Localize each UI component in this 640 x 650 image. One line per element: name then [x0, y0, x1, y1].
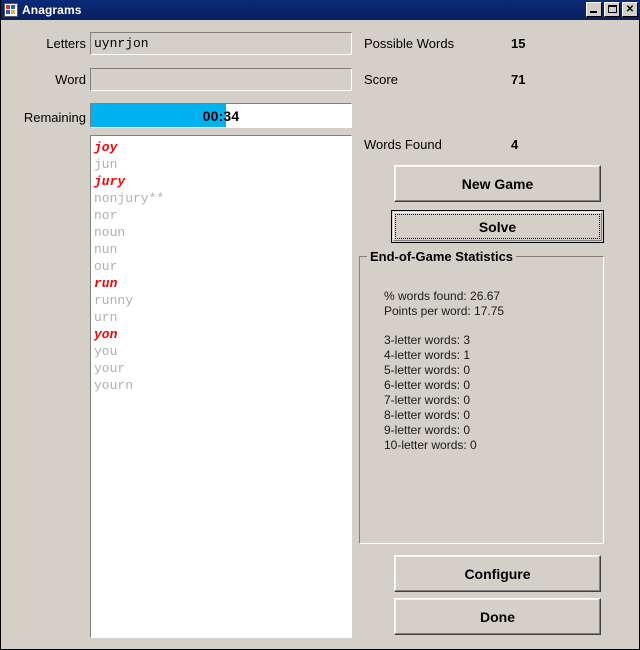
letters-label: Letters — [46, 36, 86, 51]
statistic-line: 9-letter words: 0 — [384, 423, 471, 437]
word-list-item[interactable]: joy — [94, 139, 351, 156]
word-list-item[interactable]: jun — [94, 156, 351, 173]
score-label: Score — [364, 72, 398, 87]
word-list-item[interactable]: noun — [94, 224, 351, 241]
app-tiles-icon — [4, 3, 18, 17]
word-list-item[interactable]: nor — [94, 207, 351, 224]
word-list-item[interactable]: nonjury** — [94, 190, 351, 207]
possible-words-value: 15 — [511, 36, 526, 51]
minimize-button[interactable] — [586, 2, 602, 17]
word-list-item[interactable]: jury — [94, 173, 351, 190]
possible-words-label: Possible Words — [364, 36, 455, 51]
window-titlebar[interactable]: Anagrams ✕ — [1, 0, 640, 20]
statistics-legend: End-of-Game Statistics — [367, 249, 517, 264]
statistic-line: 4-letter words: 1 — [384, 348, 471, 362]
statistic-line: 10-letter words: 0 — [384, 438, 477, 452]
statistic-line: 8-letter words: 0 — [384, 408, 471, 422]
window-title: Anagrams — [22, 3, 82, 17]
statistic-line: 7-letter words: 0 — [384, 393, 471, 407]
word-list-item[interactable]: yon — [94, 326, 351, 343]
word-list-item[interactable]: your — [94, 360, 351, 377]
word-list-item[interactable]: our — [94, 258, 351, 275]
window-controls: ✕ — [586, 2, 638, 17]
configure-button-label: Configure — [464, 565, 531, 582]
app-root: Anagrams ✕ Letters uynrjon Word Remainin… — [0, 0, 640, 650]
statistic-line: 6-letter words: 0 — [384, 378, 471, 392]
word-list-item[interactable]: nun — [94, 241, 351, 258]
score-value: 71 — [511, 72, 526, 87]
statistic-line: % words found: 26.67 — [384, 289, 501, 303]
word-list-item[interactable]: run — [94, 275, 351, 292]
close-button[interactable]: ✕ — [622, 2, 638, 17]
end-of-game-statistics-group: End-of-Game Statistics % words found: 26… — [359, 249, 604, 544]
word-list-item[interactable]: urn — [94, 309, 351, 326]
word-list-item[interactable]: you — [94, 343, 351, 360]
remaining-progressbar: 00:34 — [90, 103, 352, 128]
remaining-label: Remaining — [23, 110, 86, 125]
new-game-button-label: New Game — [461, 175, 534, 192]
done-button[interactable]: Done — [394, 598, 601, 635]
word-input[interactable] — [90, 68, 352, 91]
words-found-label: Words Found — [364, 137, 442, 152]
word-list-item[interactable]: runny — [94, 292, 351, 309]
new-game-button[interactable]: New Game — [394, 165, 601, 202]
anagrams-window: Anagrams ✕ Letters uynrjon Word Remainin… — [0, 0, 640, 650]
maximize-button[interactable] — [604, 2, 620, 17]
statistic-line: 3-letter words: 3 — [384, 333, 471, 347]
remaining-timer-text: 00:34 — [202, 107, 240, 124]
solve-button-label: Solve — [478, 218, 517, 235]
statistic-line: Points per word: 17.75 — [384, 304, 505, 318]
letters-input[interactable]: uynrjon — [90, 32, 352, 55]
configure-button[interactable]: Configure — [394, 555, 601, 592]
solve-button[interactable]: Solve — [391, 210, 604, 243]
done-button-label: Done — [480, 608, 515, 625]
word-list-item[interactable]: yourn — [94, 377, 351, 394]
words-found-value: 4 — [511, 137, 519, 152]
statistic-line: 5-letter words: 0 — [384, 363, 471, 377]
word-label: Word — [55, 72, 86, 87]
word-list[interactable]: joy jun jury nonjury** nor noun nun our run runny… — [90, 135, 352, 638]
